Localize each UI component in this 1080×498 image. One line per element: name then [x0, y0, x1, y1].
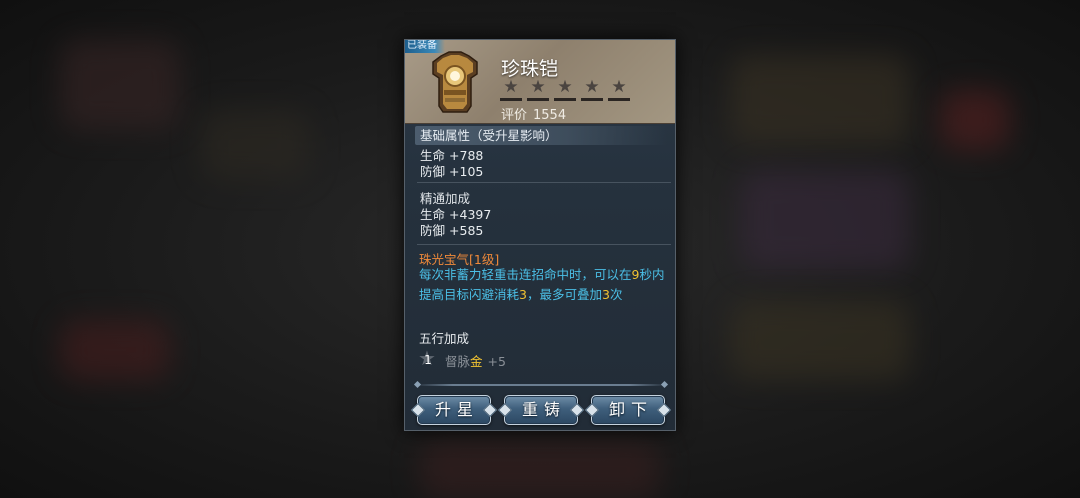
skill-desc-text: 每次非蓄力轻重击连招命中时，可以在 [419, 267, 632, 282]
item-header: 已装备 珍珠铠 ★ ★ ★ ★ ★ 评价 1554 [405, 40, 675, 124]
skill-desc-text: 次 [609, 286, 623, 302]
rating-label: 评价 [501, 108, 528, 123]
star-icon: ★ [500, 77, 522, 101]
skill-desc-text: ，最多可叠加 [526, 286, 602, 302]
base-stat-row: 防御 +105 [420, 161, 483, 180]
background-blur-shape [730, 55, 910, 145]
meridian-name: 督脉 [445, 353, 471, 369]
reforge-button[interactable]: 重铸 [504, 395, 578, 425]
star-icon: ★ [554, 77, 576, 101]
background-blur-shape [60, 320, 170, 380]
star-icon: ★ [608, 77, 630, 101]
background-blur-shape [740, 170, 910, 270]
star-rating: ★ ★ ★ ★ ★ [500, 77, 630, 101]
item-tooltip-panel: 已装备 珍珠铠 ★ ★ ★ ★ ★ 评价 1554 基础属性（受升星影响） 生命 +… [404, 39, 676, 431]
stat-label: 防御 [420, 164, 446, 179]
skill-desc-number: 3 [601, 286, 610, 302]
background-blur-shape [730, 300, 910, 380]
section-divider [417, 182, 671, 183]
stat-value: +105 [449, 164, 484, 179]
armor-icon [432, 51, 478, 113]
background-blur-shape [940, 90, 1010, 150]
upgrade-star-button[interactable]: 升星 [417, 395, 491, 425]
element-name: 金 [470, 353, 483, 369]
background-blur-shape [60, 40, 180, 130]
element-bonus: +5 [487, 353, 506, 369]
button-bar-divider [415, 384, 667, 386]
item-rating: 评价 1554 [501, 104, 566, 123]
stat-value: +585 [449, 223, 484, 238]
background-blur-shape [200, 110, 310, 180]
rating-value: 1554 [533, 108, 567, 123]
skill-description: 每次非蓄力轻重击连招命中时，可以在9秒内提高目标闪避消耗3，最多可叠加3次 [419, 265, 671, 304]
five-elements-row: 1 督脉金+5 [418, 348, 506, 371]
five-elements-title: 五行加成 [419, 331, 470, 346]
element-level: 1 [424, 353, 432, 367]
stat-label: 防御 [420, 223, 446, 238]
mastery-stat-row: 防御 +585 [420, 220, 483, 239]
unequip-button[interactable]: 卸下 [591, 395, 665, 425]
base-attributes-header: 基础属性（受升星影响） [415, 126, 667, 145]
star-icon: ★ [581, 77, 603, 101]
skill-desc-number: 3 [519, 286, 527, 302]
background-blur-shape [420, 440, 660, 498]
star-icon: ★ [527, 77, 549, 101]
section-divider [417, 244, 671, 245]
five-elements-bonus: 督脉金 +5 [445, 351, 506, 370]
element-star-icon: 1 [418, 348, 437, 370]
